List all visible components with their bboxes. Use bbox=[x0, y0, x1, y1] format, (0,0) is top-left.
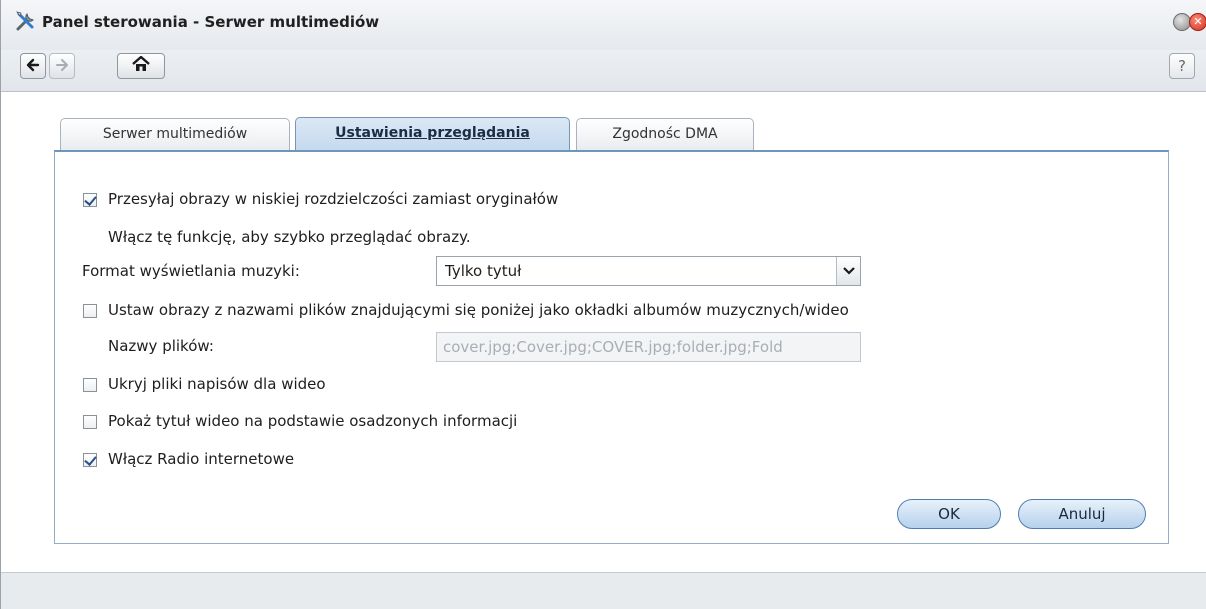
embedded-title-label: Pokaż tytuł wideo na podstawie osadzonyc… bbox=[108, 412, 518, 430]
toolbar: ? bbox=[1, 50, 1206, 92]
low-res-checkbox[interactable] bbox=[83, 193, 97, 207]
window-title: Panel sterowania - Serwer multimediów bbox=[42, 13, 380, 31]
ok-button[interactable]: OK bbox=[897, 499, 1001, 529]
music-format-select[interactable]: Tylko tytuł bbox=[436, 256, 861, 286]
title-bar: Panel sterowania - Serwer multimediów ✕ bbox=[1, 0, 1206, 50]
music-format-value: Tylko tytuł bbox=[445, 262, 522, 280]
cover-art-checkbox[interactable] bbox=[83, 304, 97, 318]
control-panel-window: Panel sterowania - Serwer multimediów ✕ … bbox=[0, 0, 1206, 609]
arrow-right-icon bbox=[55, 57, 69, 76]
tab-dma-compatibility[interactable]: Zgodnośc DMA bbox=[576, 118, 754, 150]
cover-art-label: Ustaw obrazy z nazwami plików znajdujący… bbox=[108, 301, 849, 319]
home-button[interactable] bbox=[117, 53, 165, 79]
back-button[interactable] bbox=[20, 53, 46, 79]
hide-subtitles-label: Ukryj pliki napisów dla wideo bbox=[108, 375, 326, 393]
close-icon: ✕ bbox=[1193, 15, 1203, 28]
embedded-title-checkbox[interactable] bbox=[83, 415, 97, 429]
chevron-down-icon[interactable] bbox=[836, 257, 860, 285]
status-bar bbox=[1, 572, 1206, 609]
help-button[interactable]: ? bbox=[1169, 53, 1195, 79]
home-icon bbox=[132, 55, 150, 76]
arrow-left-icon bbox=[26, 57, 40, 76]
cancel-button[interactable]: Anuluj bbox=[1018, 499, 1146, 529]
low-res-hint: Włącz tę funkcję, aby szybko przeglądać … bbox=[108, 228, 471, 246]
internet-radio-label: Włącz Radio internetowe bbox=[108, 450, 295, 468]
tab-browse-settings[interactable]: Ustawienia przeglądania bbox=[295, 117, 570, 151]
close-button[interactable]: ✕ bbox=[1189, 13, 1206, 31]
file-names-input[interactable] bbox=[437, 333, 860, 361]
internet-radio-checkbox[interactable] bbox=[83, 453, 97, 467]
low-res-label: Przesyłaj obrazy w niskiej rozdzielczośc… bbox=[108, 190, 559, 208]
forward-button[interactable] bbox=[49, 53, 75, 79]
file-names-label: Nazwy plików: bbox=[108, 337, 214, 355]
music-format-label: Format wyświetlania muzyki: bbox=[82, 262, 300, 280]
tab-media-server[interactable]: Serwer multimediów bbox=[60, 118, 290, 150]
tools-icon bbox=[15, 10, 35, 31]
file-names-field[interactable] bbox=[436, 332, 861, 362]
hide-subtitles-checkbox[interactable] bbox=[83, 378, 97, 392]
